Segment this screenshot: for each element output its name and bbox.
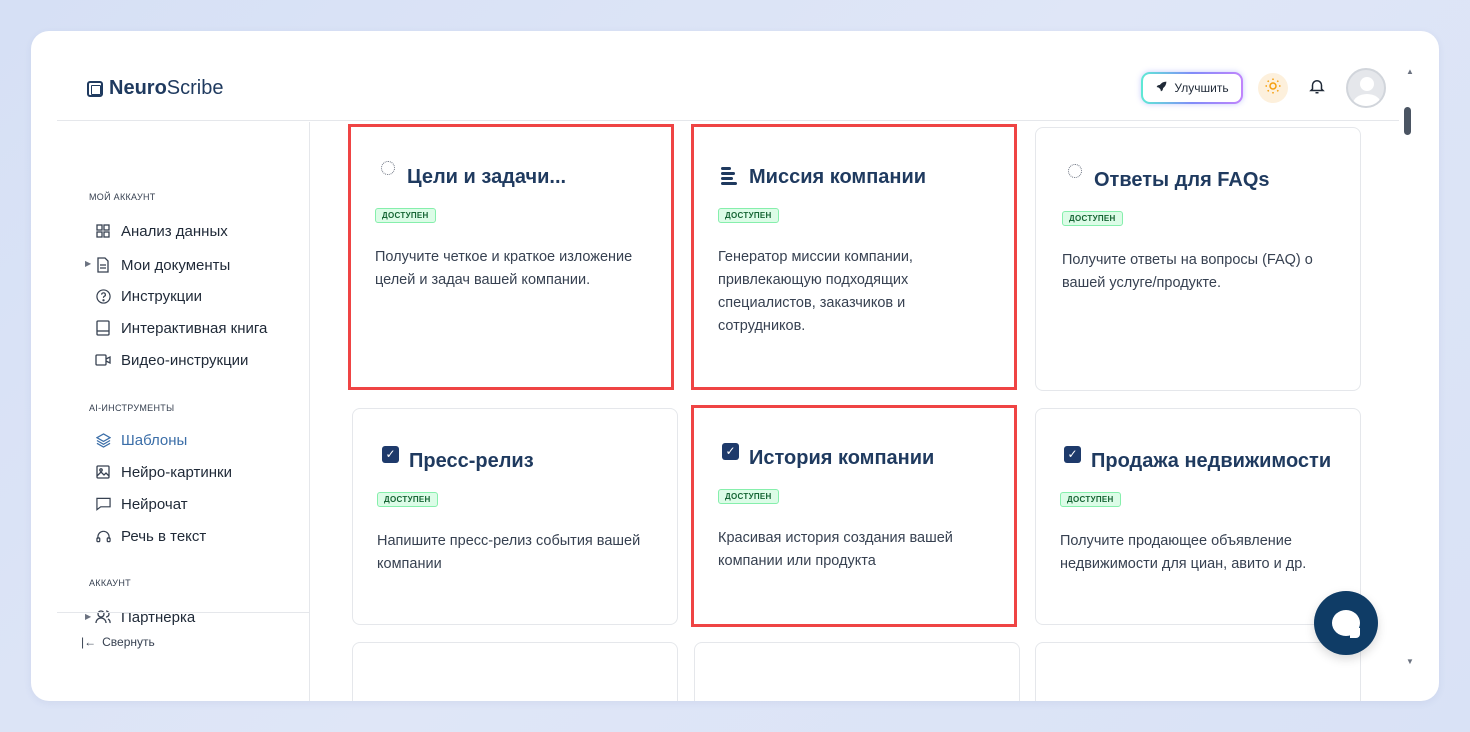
sidebar-item-instructions[interactable]: Инструкции [95, 284, 202, 308]
document-circle-icon [1064, 164, 1086, 192]
document-icon [95, 257, 111, 273]
checkbox-icon: ✓ [1061, 446, 1083, 473]
scroll-down-arrow-icon[interactable]: ▼ [1406, 657, 1414, 666]
logo-bold-text: Neuro [109, 77, 167, 99]
sidebar-item-label: Нейро-картинки [121, 463, 232, 481]
sidebar-item-label: Интерактивная книга [121, 319, 268, 337]
divider [57, 612, 310, 613]
rocket-icon [1155, 80, 1168, 96]
card-description: Получите продающее объявление недвижимос… [1060, 533, 1307, 572]
expand-caret-icon[interactable]: ▶ [85, 259, 91, 268]
sidebar-item-speech-to-text[interactable]: Речь в текст [95, 524, 206, 548]
card-description: Получите четкое и краткое изложение целе… [375, 249, 633, 288]
card-title: ✓ Пресс-релиз [379, 446, 534, 473]
video-icon [95, 352, 111, 368]
card-title: ✓ История компании [719, 443, 934, 470]
theme-toggle-button[interactable] [1258, 73, 1288, 103]
template-card-goals[interactable]: Цели и задачи... ДОСТУПЕН Получите четко… [348, 124, 674, 390]
card-description: Генератор миссии компании, привлекающую … [718, 249, 913, 334]
expand-caret-icon[interactable]: ▶ [85, 612, 91, 621]
sidebar-item-label: Анализ данных [121, 222, 228, 240]
template-card-faqs[interactable]: Ответы для FAQs ДОСТУПЕН Получите ответы… [1035, 127, 1361, 391]
templates-grid: Цели и задачи... ДОСТУПЕН Получите четко… [311, 122, 1399, 701]
sidebar-item-data-analysis[interactable]: Анализ данных [95, 219, 228, 243]
card-title: Миссия компании [719, 165, 926, 189]
collapse-sidebar-button[interactable]: |← Свернуть [81, 635, 155, 649]
status-badge: ДОСТУПЕН [375, 208, 436, 223]
logo-icon [87, 80, 103, 97]
top-header: Neuro Scribe Улучшить [57, 31, 1399, 121]
sidebar-item-my-documents[interactable]: Мои документы [95, 253, 230, 277]
chat-icon [95, 496, 111, 512]
template-card-partial[interactable] [1035, 642, 1361, 701]
headphones-icon [95, 528, 111, 544]
card-title: Ответы для FAQs [1064, 164, 1270, 192]
template-card-mission[interactable]: Миссия компании ДОСТУПЕН Генератор мисси… [691, 124, 1017, 390]
template-card-partial[interactable] [352, 642, 678, 701]
section-title-ai-tools: AI-ИНСТРУМЕНТЫ [89, 403, 175, 413]
card-description: Получите ответы на вопросы (FAQ) о вашей… [1062, 252, 1313, 291]
checkbox-icon: ✓ [379, 446, 401, 473]
help-circle-icon [95, 288, 111, 304]
card-description: Красивая история создания вашей компании… [718, 530, 953, 569]
sidebar: МОЙ АККАУНТ Анализ данных ▶ Мои документ… [57, 122, 310, 701]
chat-bubble-icon [1332, 610, 1360, 638]
template-card-real-estate[interactable]: ✓ Продажа недвижимости ДОСТУПЕН Получите… [1035, 408, 1361, 625]
scrollbar-thumb[interactable] [1404, 107, 1411, 135]
sidebar-item-neuro-images[interactable]: Нейро-картинки [95, 460, 232, 484]
template-card-press-release[interactable]: ✓ Пресс-релиз ДОСТУПЕН Напишите пресс-ре… [352, 408, 678, 625]
sidebar-item-label: Инструкции [121, 287, 203, 305]
section-title-account: АККАУНТ [89, 578, 131, 588]
status-badge: ДОСТУПЕН [1062, 211, 1123, 226]
template-card-partial[interactable] [694, 642, 1020, 701]
sidebar-item-partner[interactable]: Партнерка [95, 605, 195, 629]
sidebar-item-neurochat[interactable]: Нейрочат [95, 492, 188, 516]
grid-icon [95, 223, 111, 239]
sidebar-item-label: Мои документы [121, 256, 231, 274]
notifications-button[interactable] [1305, 75, 1329, 101]
bell-icon [1308, 76, 1326, 101]
status-badge: ДОСТУПЕН [718, 489, 779, 504]
book-icon [95, 320, 111, 336]
sidebar-item-templates[interactable]: Шаблоны [95, 428, 187, 452]
document-circle-icon [377, 161, 399, 189]
sidebar-item-label: Видео-инструкции [121, 351, 249, 369]
upgrade-label: Улучшить [1174, 81, 1229, 95]
sidebar-item-interactive-book[interactable]: Интерактивная книга [95, 316, 267, 340]
status-badge: ДОСТУПЕН [718, 208, 779, 223]
sidebar-item-video-instructions[interactable]: Видео-инструкции [95, 348, 248, 372]
card-title: Цели и задачи... [377, 161, 566, 189]
logo[interactable]: Neuro Scribe [87, 77, 224, 100]
template-card-company-history[interactable]: ✓ История компании ДОСТУПЕН Красивая ист… [691, 405, 1017, 627]
text-lines-icon [719, 165, 741, 189]
card-title: ✓ Продажа недвижимости [1061, 446, 1331, 473]
section-title-my-account: МОЙ АККАУНТ [89, 192, 156, 202]
sidebar-item-label: Нейрочат [121, 495, 188, 513]
scroll-up-arrow-icon[interactable]: ▲ [1406, 67, 1414, 76]
app-window: Neuro Scribe Улучшить МОЙ АККАУНТ Анализ… [31, 31, 1439, 701]
collapse-label: Свернуть [102, 635, 155, 649]
chat-support-button[interactable] [1314, 591, 1378, 655]
sidebar-item-label: Шаблоны [121, 431, 188, 449]
checkbox-icon: ✓ [719, 443, 741, 470]
sidebar-item-label: Речь в текст [121, 527, 207, 545]
upgrade-button[interactable]: Улучшить [1141, 72, 1243, 104]
avatar[interactable] [1346, 68, 1386, 108]
layers-icon [95, 432, 111, 448]
status-badge: ДОСТУПЕН [1060, 492, 1121, 507]
logo-light-text: Scribe [166, 77, 224, 99]
card-description: Напишите пресс-релиз события вашей компа… [377, 533, 641, 572]
sun-icon [1264, 77, 1282, 100]
collapse-arrow-icon: |← [81, 635, 97, 649]
image-icon [95, 464, 111, 480]
status-badge: ДОСТУПЕН [377, 492, 438, 507]
